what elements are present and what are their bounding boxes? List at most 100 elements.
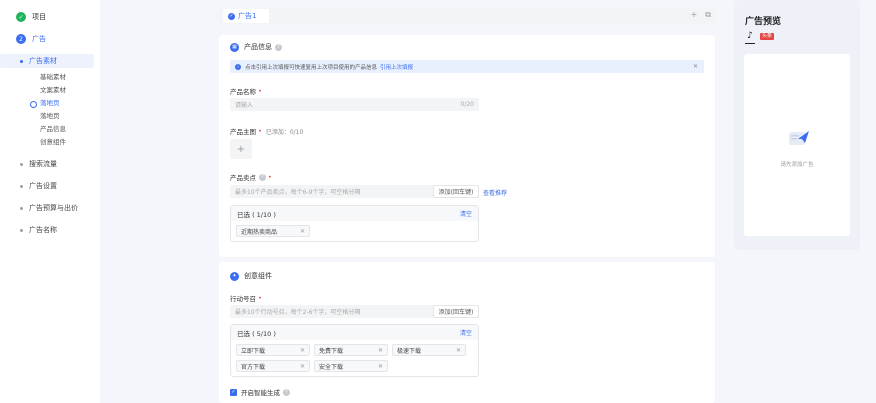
sidebar-item-label: 搜索流量 [29, 160, 57, 168]
product-name-input[interactable]: 请输入 0/20 [230, 98, 479, 111]
close-icon[interactable]: ✕ [693, 63, 698, 70]
checkbox-checked-icon: ✓ [230, 388, 237, 396]
smart-generate-checkbox[interactable]: ✓ 开启智能生成 ? [230, 387, 290, 397]
section-title-text: 创意组件 [244, 272, 272, 280]
notice-text: 点击引用上次填报可快速复用上次项目使用的产品信息 [245, 64, 378, 71]
image-upload-button[interactable]: + [230, 139, 252, 159]
remove-icon[interactable]: ✕ [300, 228, 305, 235]
toutiao-badge[interactable]: 头条 [760, 32, 775, 40]
remove-icon[interactable]: ✕ [300, 363, 305, 370]
remove-icon[interactable]: ✕ [456, 347, 461, 354]
tag-text: 极速下载 [397, 347, 422, 355]
platform-tabs: ♪ 头条 [745, 31, 775, 41]
picked-header: 已选 ( 1/10 ) 清空 [231, 206, 478, 221]
sidebar-leaf-product[interactable]: 产品信息 [0, 123, 100, 136]
step-number: 2 [16, 34, 26, 44]
tag-text: 官方下载 [241, 363, 266, 371]
sidebar-leaf-copy[interactable]: 文案素材 [0, 84, 100, 97]
label-text: 产品主图 [230, 128, 256, 136]
product-image-label: 产品主图 • 已添加：0/10 [230, 126, 303, 136]
step-ad[interactable]: 2 广告 [0, 32, 100, 46]
plus-icon[interactable]: + [691, 10, 698, 20]
help-icon[interactable]: ? [259, 173, 266, 181]
remove-icon[interactable]: ✕ [300, 347, 305, 354]
tag-text: 立即下载 [241, 347, 266, 355]
left-sidebar: ✓ 项目 2 广告 广告素材 基础素材 文案素材 落地页 落地页 产品信息 创意… [0, 0, 100, 403]
label-text: 产品名称 [230, 88, 256, 96]
label-text: 行动号召 [230, 295, 256, 303]
tag-text: 近期热卖商品 [241, 228, 278, 236]
required-mark: • [258, 87, 262, 95]
preview-canvas: 请先添加广告 [744, 54, 850, 236]
active-tab-indicator [745, 43, 755, 44]
add-action-call-button[interactable]: 添加(回车键) [433, 305, 479, 318]
info-icon: i [235, 63, 241, 70]
bullet-icon [20, 228, 23, 232]
main-panel: ✓ 广告1 + ⧉ ▦ 产品信息 ? i 点击引用上次填报可快速复用上次项目使用… [207, 0, 726, 403]
label-text: 产品卖点 [230, 174, 256, 182]
picked-count: 已选 ( 5/10 ) [237, 329, 276, 338]
tag-item: 近期热卖商品 ✕ [236, 225, 310, 237]
action-call-input[interactable]: 最多10个行动号召，每个2-6个字，可空格分隔 添加(回车键) [230, 305, 479, 318]
plus-icon: + [236, 143, 246, 155]
product-icon: ▦ [230, 42, 239, 52]
help-icon[interactable]: ? [275, 43, 282, 51]
tag-item: 安全下载 ✕ [314, 360, 388, 372]
clear-button[interactable]: 清空 [460, 209, 472, 218]
copy-icon[interactable]: ⧉ [705, 10, 711, 20]
product-info-card: ▦ 产品信息 ? i 点击引用上次填报可快速复用上次项目使用的产品信息 引用上次… [219, 35, 715, 257]
empty-hint: 请先添加广告 [780, 162, 814, 168]
check-icon: ✓ [16, 12, 26, 22]
bullet-icon [20, 184, 23, 188]
sidebar-leaf-landing[interactable]: 落地页 [0, 97, 100, 110]
sidebar-item-label: 广告预算与出价 [29, 204, 78, 212]
help-icon[interactable]: ? [283, 388, 290, 396]
empty-illustration-icon [789, 131, 809, 145]
placeholder-text: 最多10个产品卖点，每个6-9个字，可空格分隔 [235, 189, 361, 196]
sidebar-item-label: 广告素材 [29, 57, 57, 65]
selling-point-label: 产品卖点? • [230, 172, 272, 182]
sidebar-leaf-landing-2[interactable]: 落地页 [0, 110, 100, 123]
clear-button[interactable]: 清空 [460, 328, 472, 337]
check-circle-icon: ✓ [228, 12, 235, 20]
picked-header: 已选 ( 5/10 ) 清空 [231, 325, 478, 340]
sidebar-item-name[interactable]: 广告名称 [0, 223, 100, 237]
checkbox-label: 开启智能生成 [241, 389, 280, 397]
ad-tab-bar: ✓ 广告1 + ⧉ [219, 7, 717, 25]
sidebar-leaf-basic[interactable]: 基础素材 [0, 71, 100, 84]
tag-list: 近期热卖商品 ✕ [231, 221, 478, 241]
placeholder-text: 请输入 [235, 102, 254, 109]
sidebar-leaf-creative[interactable]: 创意组件 [0, 136, 100, 149]
sidebar-item-label: 广告设置 [29, 182, 57, 190]
picked-count: 已选 ( 1/10 ) [237, 210, 276, 219]
section-title-text: 产品信息 [244, 43, 272, 51]
product-name-label: 产品名称 • [230, 86, 262, 96]
view-recommend-link[interactable]: 查看推荐 [483, 188, 507, 197]
section-title: ▦ 产品信息 ? [230, 42, 282, 52]
tag-item: 官方下载 ✕ [236, 360, 310, 372]
ad-material-section: 广告素材 基础素材 文案素材 落地页 落地页 产品信息 创意组件 [0, 54, 100, 149]
sidebar-item-settings[interactable]: 广告设置 [0, 179, 100, 193]
step-label: 项目 [32, 13, 46, 21]
tag-text: 免费下载 [319, 347, 344, 355]
bullet-icon [20, 59, 23, 63]
tab-ad-1[interactable]: ✓ 广告1 [223, 9, 269, 23]
add-selling-point-button[interactable]: 添加(回车键) [433, 185, 479, 198]
sidebar-item-search[interactable]: 搜索流量 [0, 157, 100, 171]
tag-text: 安全下载 [319, 363, 344, 371]
remove-icon[interactable]: ✕ [378, 363, 383, 370]
sidebar-item-budget[interactable]: 广告预算与出价 [0, 201, 100, 215]
creative-component-card: ✦ 创意组件 行动号召 • 最多10个行动号召，每个2-6个字，可空格分隔 添加(… [219, 262, 715, 403]
sidebar-item-ad-material[interactable]: 广告素材 [0, 54, 94, 68]
tiktok-icon[interactable]: ♪ [745, 31, 755, 41]
tag-list: 立即下载 ✕ 免费下载 ✕ 极速下载 ✕ 官方下载 ✕ 安全下载 ✕ [231, 340, 478, 376]
step-project[interactable]: ✓ 项目 [0, 10, 100, 24]
selling-point-input[interactable]: 最多10个产品卖点，每个6-9个字，可空格分隔 添加(回车键) [230, 185, 479, 198]
sidebar-item-label: 广告名称 [29, 226, 57, 234]
remove-icon[interactable]: ✕ [378, 347, 383, 354]
placeholder-text: 最多10个行动号召，每个2-6个字，可空格分隔 [235, 309, 361, 316]
creative-icon: ✦ [230, 271, 239, 281]
required-mark: • [258, 294, 262, 302]
reuse-link[interactable]: 引用上次填报 [380, 63, 413, 71]
selected-selling-points: 已选 ( 1/10 ) 清空 近期热卖商品 ✕ [230, 205, 479, 242]
